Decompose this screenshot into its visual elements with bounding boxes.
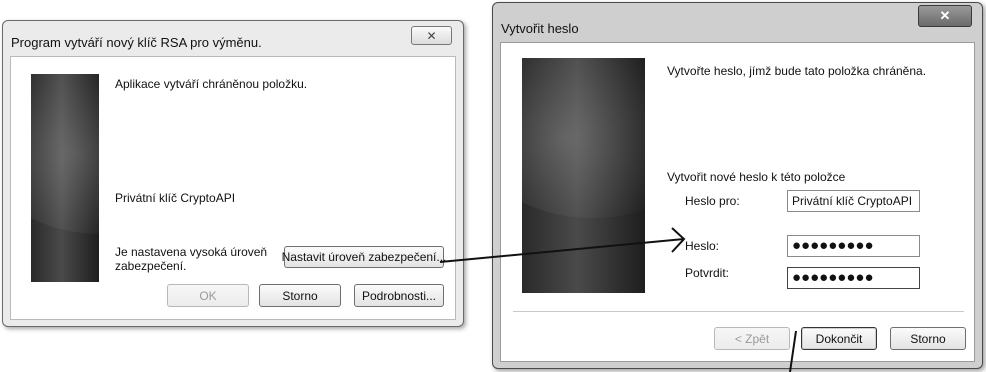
arrow-line-finish	[789, 330, 797, 372]
annotation-arrows	[439, 227, 797, 372]
arrow-line-security-to-password	[439, 238, 685, 263]
